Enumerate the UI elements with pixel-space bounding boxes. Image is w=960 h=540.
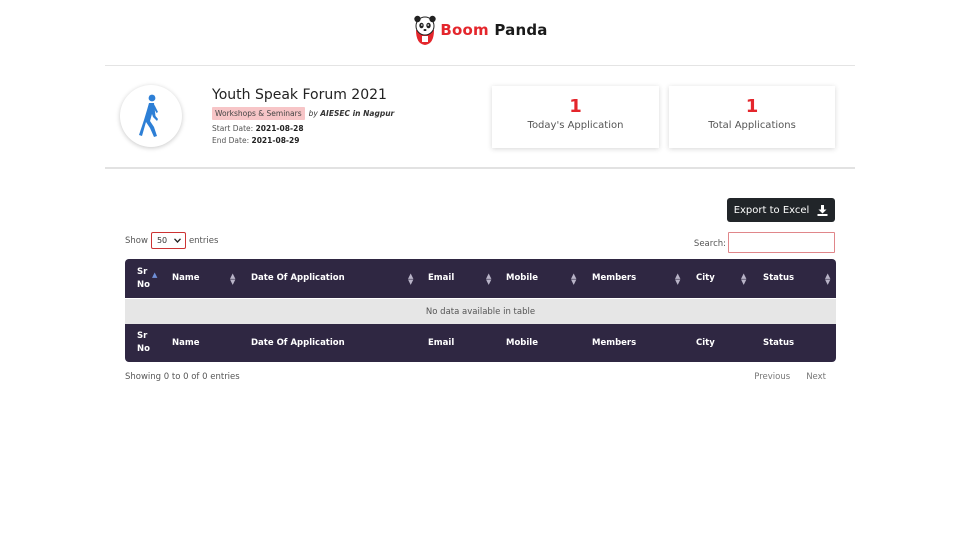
- empty-table-row: No data available in table: [125, 299, 836, 324]
- sort-icon[interactable]: ▲ ▼: [675, 259, 680, 298]
- search-input[interactable]: [728, 232, 835, 253]
- sort-icon[interactable]: ▲ ▼: [571, 259, 576, 298]
- start-date-value: 2021-08-28: [255, 124, 304, 133]
- by-label: by: [308, 109, 318, 118]
- search-label: Search:: [693, 239, 726, 249]
- todays-application-label: Today's Application: [527, 120, 624, 131]
- download-icon: [817, 204, 828, 216]
- footer-header-status: Status: [763, 337, 795, 348]
- column-sr-line-2: No: [137, 279, 150, 290]
- chevron-down-icon: [173, 238, 181, 243]
- previous-page-button[interactable]: Previous: [754, 372, 790, 382]
- footer-sr-line-1: Sr: [137, 331, 148, 341]
- footer-header-mobile: Mobile: [506, 337, 538, 348]
- brand-word-2: Panda: [494, 21, 548, 39]
- start-date: Start Date: 2021-08-28: [212, 124, 304, 133]
- todays-application-count: 1: [569, 96, 582, 117]
- brand-name: Boom Panda: [440, 21, 547, 39]
- sort-icon[interactable]: ▲ ▼: [825, 259, 830, 298]
- sort-icon[interactable]: ▲ ▼: [408, 259, 413, 298]
- organizer-name: AIESEC in Nagpur: [320, 109, 395, 118]
- footer-header-date-of-application: Date Of Application: [251, 337, 345, 348]
- top-divider: [105, 65, 855, 66]
- walking-person-icon: [139, 94, 158, 137]
- pagination: Previous Next: [754, 372, 826, 382]
- total-applications-card: 1 Total Applications: [669, 86, 835, 148]
- entries-label: entries: [188, 235, 219, 246]
- footer-sr-line-2: No: [137, 344, 150, 354]
- end-date-value: 2021-08-29: [251, 136, 300, 145]
- column-header-date-of-application[interactable]: Date Of Application: [251, 259, 345, 298]
- organizer-line: by AIESEC in Nagpur: [309, 109, 395, 118]
- sort-icon[interactable]: ▲ ▼: [230, 259, 235, 298]
- brand-header: Boom Panda: [0, 14, 960, 50]
- footer-header-sr-no: Sr No: [137, 324, 150, 362]
- entries-select-value: 50: [156, 236, 168, 245]
- footer-header-name: Name: [172, 337, 200, 348]
- column-header-mobile[interactable]: Mobile: [506, 259, 538, 298]
- total-applications-label: Total Applications: [708, 120, 796, 131]
- column-header-sr-no[interactable]: Sr No: [137, 259, 150, 298]
- footer-header-city: City: [696, 337, 715, 348]
- total-applications-count: 1: [745, 96, 759, 117]
- table-search: Search:: [694, 232, 835, 253]
- table-info: Showing 0 to 0 of 0 entries: [125, 372, 240, 382]
- entries-length-control: Show 50 entries: [125, 232, 218, 249]
- export-button-label: Export to Excel: [733, 204, 810, 216]
- event-meta: Workshops & Seminars by AIESEC in Nagpur: [212, 107, 394, 120]
- column-sr-line-1: Sr: [137, 266, 148, 277]
- column-header-city[interactable]: City: [696, 259, 715, 298]
- sort-icon[interactable]: ▲ ▼: [486, 259, 491, 298]
- column-header-name[interactable]: Name: [172, 259, 199, 298]
- panda-logo-icon: [414, 15, 437, 45]
- end-date-label: End Date:: [212, 136, 250, 145]
- event-avatar: [120, 85, 182, 147]
- start-date-label: Start Date:: [212, 124, 254, 133]
- end-date: End Date: 2021-08-29: [212, 136, 299, 145]
- column-header-email[interactable]: Email: [428, 259, 454, 298]
- sort-icon[interactable]: ▲ ▼: [741, 259, 746, 298]
- category-badge: Workshops & Seminars: [212, 107, 305, 120]
- sort-asc-icon[interactable]: ▲: [152, 255, 157, 294]
- footer-header-members: Members: [592, 337, 637, 348]
- show-label: Show: [125, 235, 148, 246]
- table-header: Sr No ▲ Name ▲ ▼ Date Of Application ▲ ▼ Em…: [125, 259, 836, 298]
- todays-application-card: 1 Today's Application: [492, 86, 659, 148]
- entries-select[interactable]: 50: [150, 232, 186, 249]
- next-page-button[interactable]: Next: [806, 372, 826, 382]
- column-header-status[interactable]: Status: [763, 259, 794, 298]
- column-header-members[interactable]: Members: [592, 259, 636, 298]
- event-title: Youth Speak Forum 2021: [212, 87, 387, 103]
- export-to-excel-button[interactable]: Export to Excel: [727, 198, 835, 222]
- section-divider: [105, 167, 855, 169]
- footer-header-email: Email: [428, 337, 455, 348]
- table-footer: Sr No Name Date Of Application Email Mobi…: [125, 324, 836, 362]
- brand-word-1: Boom: [440, 21, 489, 39]
